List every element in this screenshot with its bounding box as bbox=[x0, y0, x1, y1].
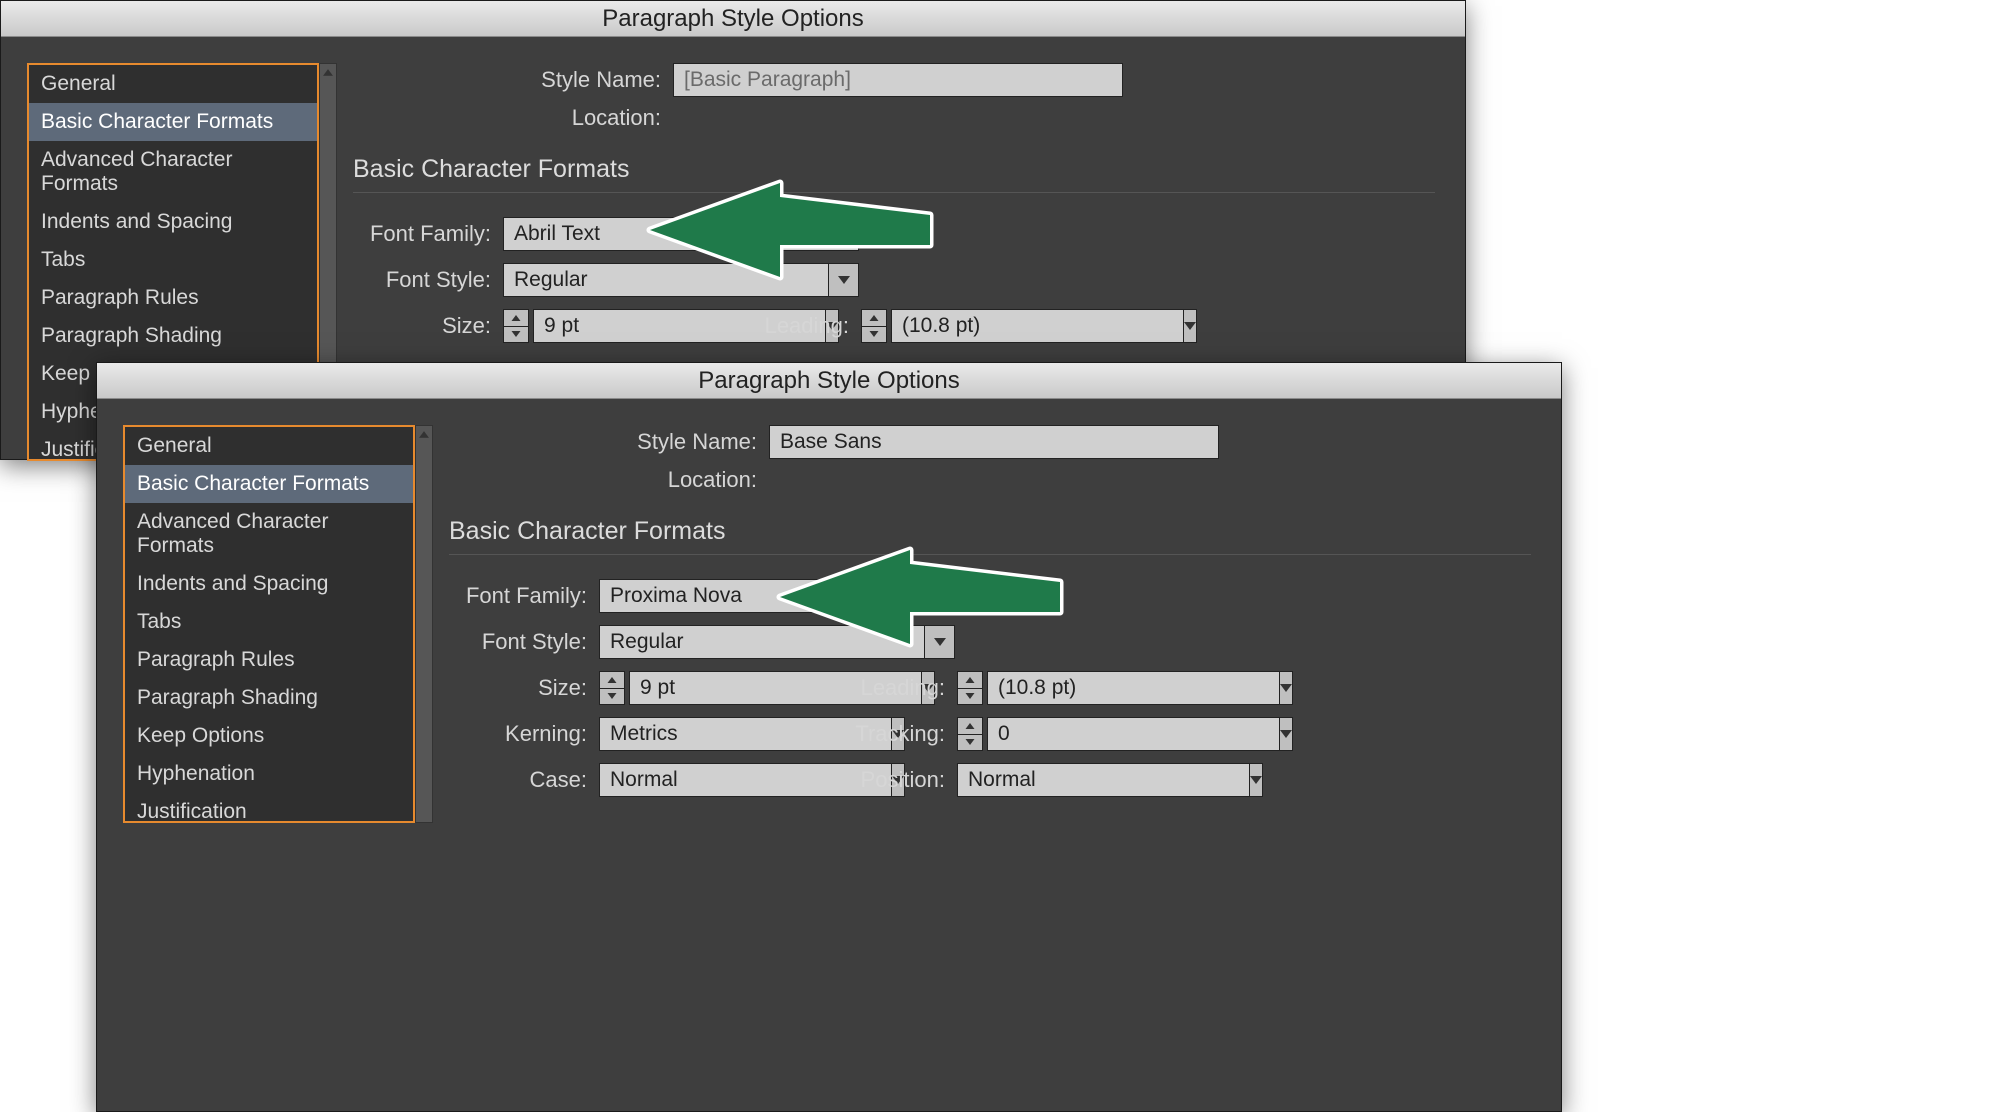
stepper-down-icon[interactable] bbox=[599, 688, 625, 706]
sidebar-item[interactable]: Paragraph Shading bbox=[29, 317, 317, 355]
sidebar-scrollbar[interactable] bbox=[415, 425, 433, 823]
font-style-label: Font Style: bbox=[449, 629, 599, 655]
tracking-combo[interactable] bbox=[987, 717, 1167, 751]
sidebar-item[interactable]: Hyphenation bbox=[125, 755, 413, 793]
stepper-down-icon[interactable] bbox=[957, 688, 983, 706]
leading-combo[interactable] bbox=[987, 671, 1167, 705]
tracking-input[interactable] bbox=[987, 717, 1280, 751]
leading-input[interactable] bbox=[987, 671, 1280, 705]
size-stepper[interactable] bbox=[503, 309, 529, 343]
dropdown-icon[interactable] bbox=[1280, 671, 1293, 705]
leading-stepper[interactable] bbox=[861, 309, 887, 343]
font-style-combo[interactable] bbox=[503, 263, 859, 297]
sidebar-item[interactable]: General bbox=[29, 65, 317, 103]
font-family-combo[interactable] bbox=[599, 579, 955, 613]
stepper-down-icon[interactable] bbox=[861, 326, 887, 344]
sidebar-item[interactable]: Paragraph Shading bbox=[125, 679, 413, 717]
font-family-input[interactable] bbox=[503, 217, 859, 251]
dropdown-icon[interactable] bbox=[1250, 763, 1263, 797]
position-input[interactable] bbox=[957, 763, 1250, 797]
sidebar-item[interactable]: Indents and Spacing bbox=[125, 565, 413, 603]
case-label: Case: bbox=[449, 767, 599, 793]
scroll-up-icon[interactable] bbox=[416, 426, 432, 442]
stepper-down-icon[interactable] bbox=[503, 326, 529, 344]
font-style-input[interactable] bbox=[599, 625, 925, 659]
font-style-combo[interactable] bbox=[599, 625, 955, 659]
dialog-paragraph-style-options-2: Paragraph Style Options GeneralBasic Cha… bbox=[96, 362, 1562, 1112]
stepper-up-icon[interactable] bbox=[861, 309, 887, 326]
dropdown-icon[interactable] bbox=[1184, 309, 1197, 343]
sidebar-category-list: GeneralBasic Character FormatsAdvanced C… bbox=[123, 425, 415, 823]
section-heading: Basic Character Formats bbox=[353, 149, 1435, 193]
dropdown-icon[interactable] bbox=[1280, 717, 1293, 751]
style-name-field[interactable] bbox=[769, 425, 1219, 459]
style-name-field[interactable] bbox=[673, 63, 1123, 97]
size-stepper[interactable] bbox=[599, 671, 625, 705]
font-family-label: Font Family: bbox=[353, 221, 503, 247]
leading-combo[interactable] bbox=[891, 309, 1071, 343]
sidebar-item[interactable]: Basic Character Formats bbox=[29, 103, 317, 141]
sidebar-item[interactable]: Justification bbox=[125, 793, 413, 831]
location-label: Location: bbox=[353, 105, 673, 131]
size-combo[interactable] bbox=[533, 309, 713, 343]
scroll-up-icon[interactable] bbox=[320, 64, 336, 80]
stepper-up-icon[interactable] bbox=[957, 717, 983, 734]
dialog-title: Paragraph Style Options bbox=[1, 1, 1465, 37]
size-label: Size: bbox=[353, 313, 503, 339]
kerning-label: Kerning: bbox=[449, 721, 599, 747]
font-family-label: Font Family: bbox=[449, 583, 599, 609]
dialog-title: Paragraph Style Options bbox=[97, 363, 1561, 399]
leading-label: Leading: bbox=[817, 675, 957, 701]
location-label: Location: bbox=[449, 467, 769, 493]
sidebar-item[interactable]: Paragraph Rules bbox=[29, 279, 317, 317]
sidebar-item[interactable]: Basic Character Formats bbox=[125, 465, 413, 503]
sidebar-item[interactable]: Advanced Character Formats bbox=[29, 141, 317, 203]
leading-stepper[interactable] bbox=[957, 671, 983, 705]
tracking-label: Tracking: bbox=[817, 721, 957, 747]
size-combo[interactable] bbox=[629, 671, 809, 705]
dropdown-icon[interactable] bbox=[925, 625, 955, 659]
font-family-combo[interactable] bbox=[503, 217, 859, 251]
font-style-input[interactable] bbox=[503, 263, 829, 297]
dropdown-icon[interactable] bbox=[829, 263, 859, 297]
style-name-label: Style Name: bbox=[449, 429, 769, 455]
tracking-stepper[interactable] bbox=[957, 717, 983, 751]
leading-label: Leading: bbox=[721, 313, 861, 339]
sidebar-item[interactable]: Indents and Spacing bbox=[29, 203, 317, 241]
font-family-input[interactable] bbox=[599, 579, 955, 613]
sidebar-item[interactable]: Advanced Character Formats bbox=[125, 503, 413, 565]
sidebar-item[interactable]: Paragraph Rules bbox=[125, 641, 413, 679]
stepper-down-icon[interactable] bbox=[957, 734, 983, 752]
case-combo[interactable] bbox=[599, 763, 809, 797]
sidebar-item[interactable]: Keep Options bbox=[125, 717, 413, 755]
stepper-up-icon[interactable] bbox=[957, 671, 983, 688]
position-combo[interactable] bbox=[957, 763, 1167, 797]
sidebar-item[interactable]: Tabs bbox=[29, 241, 317, 279]
section-heading: Basic Character Formats bbox=[449, 511, 1531, 555]
sidebar-item[interactable]: General bbox=[125, 427, 413, 465]
size-label: Size: bbox=[449, 675, 599, 701]
stepper-up-icon[interactable] bbox=[599, 671, 625, 688]
stepper-up-icon[interactable] bbox=[503, 309, 529, 326]
kerning-combo[interactable] bbox=[599, 717, 809, 751]
leading-input[interactable] bbox=[891, 309, 1184, 343]
style-name-label: Style Name: bbox=[353, 67, 673, 93]
sidebar-item[interactable]: Tabs bbox=[125, 603, 413, 641]
font-style-label: Font Style: bbox=[353, 267, 503, 293]
position-label: Position: bbox=[817, 767, 957, 793]
